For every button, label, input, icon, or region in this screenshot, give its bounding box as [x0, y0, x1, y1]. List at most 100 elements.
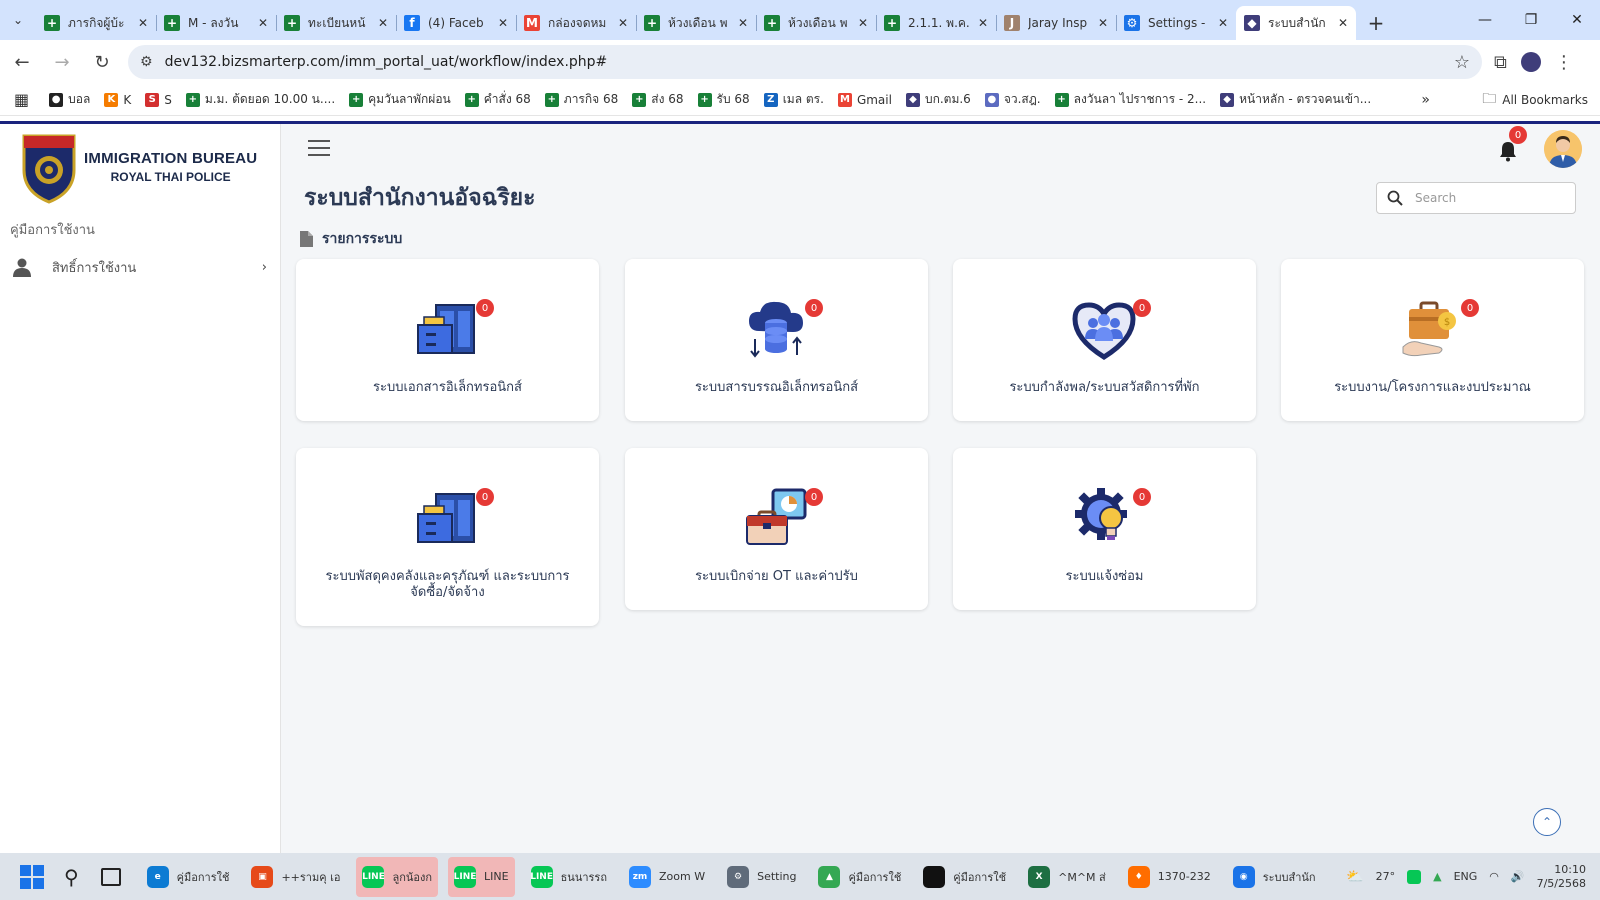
taskbar-app[interactable]: LINE LINE: [448, 856, 515, 897]
search-input[interactable]: [1415, 191, 1555, 205]
browser-tab[interactable]: J Jaray Insp ✕: [996, 6, 1116, 40]
url-text[interactable]: dev132.bizsmarterp.com/imm_portal_uat/wo…: [165, 54, 1454, 70]
restore-icon[interactable]: ❐: [1508, 0, 1554, 40]
bookmark-item[interactable]: + ส่ง 68: [632, 90, 684, 109]
bookmark-item[interactable]: + ภารกิจ 68: [544, 90, 619, 109]
all-bookmarks-button[interactable]: 🗀 All Bookmarks: [1482, 88, 1588, 112]
browser-tab[interactable]: M กล่องจดหม ✕: [516, 6, 636, 40]
browser-tab[interactable]: + ภารกิจผู้บ้ะ ✕: [36, 6, 156, 40]
tray-app-icon[interactable]: [1407, 869, 1422, 884]
bookmark-item[interactable]: KK: [104, 92, 131, 107]
apps-grid-icon[interactable]: ▦: [14, 90, 29, 109]
scroll-to-top-button[interactable]: ⌃: [1533, 808, 1561, 836]
browser-tab[interactable]: f (4) Faceb ✕: [396, 6, 516, 40]
bookmark-label: ภารกิจ 68: [563, 92, 619, 106]
taskbar-search-icon[interactable]: ⚲: [64, 865, 79, 889]
tab-close-icon[interactable]: ✕: [378, 16, 388, 30]
bookmark-item[interactable]: + คำสั่ง 68: [464, 90, 531, 109]
taskbar-app-icon: ▣: [251, 865, 274, 888]
tab-search-chevron-icon[interactable]: ⌄: [0, 0, 36, 40]
tab-close-icon[interactable]: ✕: [1338, 16, 1348, 30]
browser-tab[interactable]: + ทะเบียนหน้ ✕: [276, 6, 396, 40]
taskbar-app[interactable]: ▲ คู่มือการใช้: [812, 857, 907, 897]
user-manual-link[interactable]: คู่มือการใช้งาน: [10, 219, 95, 240]
task-view-icon[interactable]: [100, 867, 121, 886]
browser-tab[interactable]: ◆ ระบบสำนัก ✕: [1236, 6, 1356, 40]
taskbar-app[interactable]: X ^M^M ส่: [1022, 857, 1112, 897]
tab-close-icon[interactable]: ✕: [618, 16, 628, 30]
bookmark-item[interactable]: + ม.ม. ต้ดยอด 10.00 น....: [185, 90, 335, 109]
taskbar-app-icon: ♦: [1127, 865, 1150, 888]
browser-menu-icon[interactable]: ⋮: [1555, 52, 1573, 73]
browser-tab[interactable]: + ห้วงเดือน พ ✕: [636, 6, 756, 40]
tab-close-icon[interactable]: ✕: [978, 16, 988, 30]
taskbar-app[interactable]: ♦ 1370-232: [1122, 857, 1217, 897]
bookmark-item[interactable]: + ลงวันลา ไปราชการ - 2...: [1054, 90, 1206, 109]
tab-close-icon[interactable]: ✕: [858, 16, 868, 30]
taskbar-app[interactable]: คู่มือการใช้: [917, 857, 1012, 897]
tab-close-icon[interactable]: ✕: [498, 16, 508, 30]
tab-close-icon[interactable]: ✕: [138, 16, 148, 30]
bookmark-favicon-icon: +: [185, 92, 200, 107]
taskbar-app[interactable]: ⚙ Setting: [721, 857, 802, 897]
taskbar-app-icon: e: [146, 865, 169, 888]
taskbar-app[interactable]: zm Zoom W: [623, 857, 711, 897]
taskbar-app[interactable]: ◉ ระบบสำนัก: [1227, 857, 1322, 897]
minimize-icon[interactable]: —: [1462, 0, 1508, 40]
avatar[interactable]: [1544, 130, 1582, 168]
system-card-e-document[interactable]: 0 ระบบเอกสารอิเล็กทรอนิกส์: [296, 259, 599, 421]
system-card-e-saraban[interactable]: 0 ระบบสารบรรณอิเล็กทรอนิกส์: [625, 259, 928, 421]
wifi-icon[interactable]: ◠: [1489, 870, 1499, 883]
system-card-inventory-procurement[interactable]: 0 ระบบพัสดุคงคลังและครุภัณฑ์ และระบบการจ…: [296, 448, 599, 626]
tab-close-icon[interactable]: ✕: [258, 16, 268, 30]
taskbar-app[interactable]: LINE ลูกน้องก: [356, 856, 439, 897]
tab-close-icon[interactable]: ✕: [1098, 16, 1108, 30]
hamburger-menu-icon[interactable]: [308, 140, 330, 158]
browser-tab[interactable]: ⚙ Settings - ✕: [1116, 6, 1236, 40]
new-tab-button[interactable]: +: [1356, 6, 1396, 40]
taskbar-app[interactable]: e คู่มือการใช้: [141, 857, 236, 897]
forward-arrow-icon[interactable]: →: [44, 44, 80, 80]
system-card-personnel-welfare[interactable]: 0 ระบบกำลังพล/ระบบสวัสดิการที่พัก: [953, 259, 1256, 421]
bookmark-item[interactable]: ◆ หน้าหลัก - ตรวจคนเข้า...: [1220, 90, 1371, 109]
clock-time: 10:10: [1554, 862, 1586, 876]
profile-icon[interactable]: [1520, 52, 1541, 72]
bookmark-item[interactable]: Z เมล ตร.: [763, 90, 824, 109]
weather-icon[interactable]: ⛅: [1346, 869, 1363, 885]
drive-icon[interactable]: ▲: [1433, 870, 1441, 883]
back-arrow-icon[interactable]: ←: [4, 44, 40, 80]
system-card-repair-request[interactable]: 0 ระบบแจ้งซ่อม: [953, 448, 1256, 610]
bookmark-item[interactable]: SS: [145, 92, 172, 107]
bookmark-item[interactable]: ● จว.สฎ.: [984, 90, 1041, 109]
windows-start-icon[interactable]: [20, 864, 44, 889]
taskbar-app[interactable]: ▣ ++รามคุ เอ: [245, 857, 346, 897]
bookmark-item[interactable]: ● บอล: [49, 90, 90, 109]
more-bookmarks-icon[interactable]: »: [1421, 92, 1430, 108]
sidebar-item-permissions[interactable]: สิทธิ์การใช้งาน ›: [0, 250, 281, 284]
browser-tab[interactable]: + M - ลงวัน ✕: [156, 6, 276, 40]
taskbar-app[interactable]: LINE ธนนารรถ: [525, 857, 613, 897]
system-card-ot-fines[interactable]: 0 ระบบเบิกจ่าย OT และค่าปรับ: [625, 448, 928, 610]
tab-favicon-icon: ⚙: [1124, 15, 1140, 31]
tab-close-icon[interactable]: ✕: [738, 16, 748, 30]
reload-icon[interactable]: ↻: [84, 44, 120, 80]
browser-tab[interactable]: +2.1.1. พ.ค. ✕: [876, 6, 996, 40]
site-info-icon[interactable]: ⚙: [140, 54, 153, 70]
close-window-icon[interactable]: ✕: [1554, 0, 1600, 40]
taskbar-app-label: ระบบสำนัก: [1262, 870, 1316, 884]
bookmark-item[interactable]: ◆ บก.ตม.6: [905, 90, 971, 109]
input-language[interactable]: ENG: [1454, 870, 1478, 883]
address-bar[interactable]: ⚙ dev132.bizsmarterp.com/imm_portal_uat/…: [128, 45, 1482, 79]
system-card-project-budget[interactable]: $ 0 ระบบงาน/โครงการและงบประมาณ: [1281, 259, 1584, 421]
tab-close-icon[interactable]: ✕: [1218, 16, 1228, 30]
tab-favicon-icon: +: [764, 15, 780, 31]
browser-tab[interactable]: + ห้วงเดือน พ ✕: [756, 6, 876, 40]
bookmark-label: ส่ง 68: [651, 92, 684, 106]
clock[interactable]: 10:10 7/5/2568: [1537, 863, 1586, 891]
bookmark-item[interactable]: M Gmail: [837, 92, 892, 107]
extensions-icon[interactable]: ⧉: [1494, 52, 1507, 73]
volume-icon[interactable]: 🔊: [1511, 870, 1525, 883]
bookmark-star-icon[interactable]: ☆: [1454, 52, 1470, 73]
bookmark-item[interactable]: + รับ 68: [697, 90, 750, 109]
bookmark-item[interactable]: + คุมวันลาพักผ่อน: [349, 90, 451, 109]
